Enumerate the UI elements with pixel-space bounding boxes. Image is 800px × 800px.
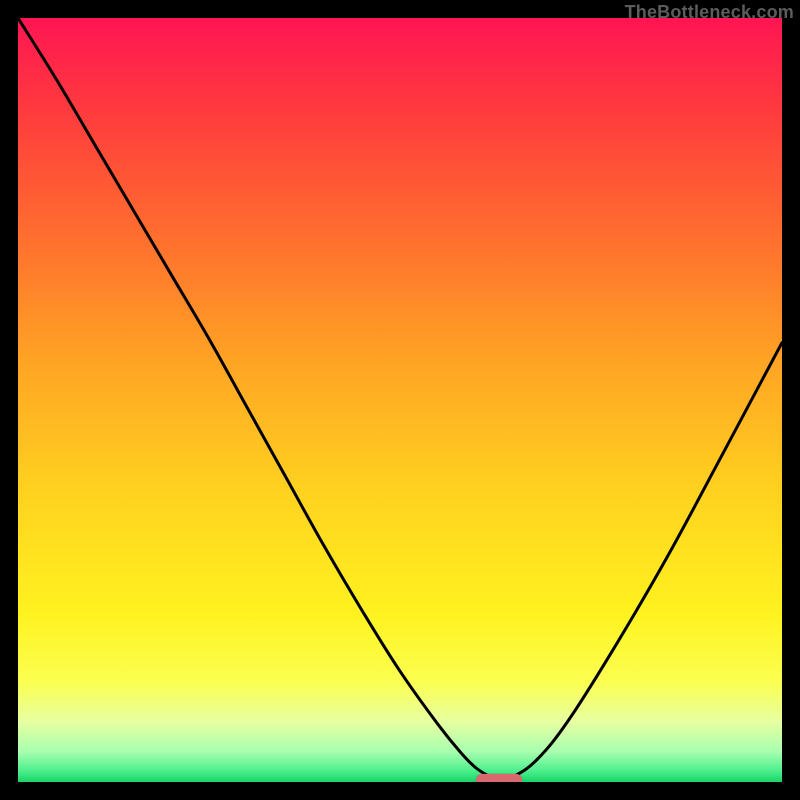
chart-frame: TheBottleneck.com	[0, 0, 800, 800]
bottleneck-curve	[18, 18, 782, 782]
plot-area	[18, 18, 782, 782]
minimum-marker	[476, 774, 522, 782]
